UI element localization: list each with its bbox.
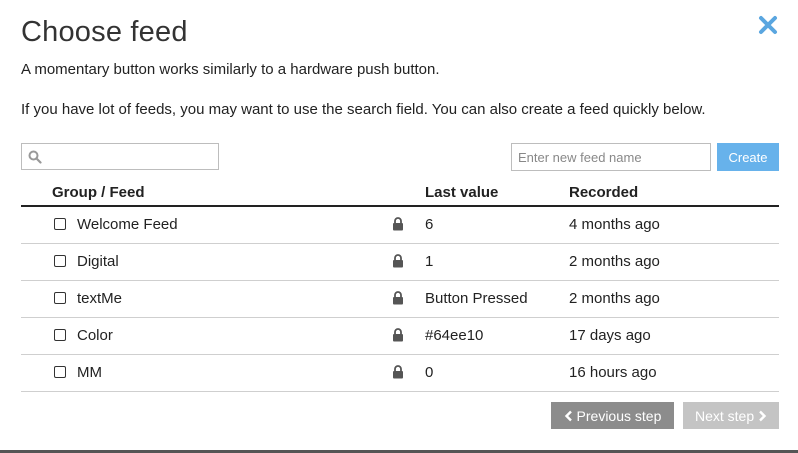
feed-checkbox[interactable] [54,255,66,267]
feed-name: Digital [77,253,119,270]
feed-name: textMe [77,290,123,307]
next-step-button[interactable]: Next step [683,402,779,429]
chevron-right-icon [759,410,767,421]
table-row[interactable]: Welcome Feed 6 4 months ago [21,207,779,244]
lock-icon [393,217,403,231]
table-row[interactable]: MM 0 16 hours ago [21,355,779,392]
column-header-recorded: Recorded [569,184,639,201]
create-button[interactable]: Create [717,143,779,171]
lock-icon [393,291,403,305]
feed-last-value: 0 [425,364,434,381]
feed-recorded: 16 hours ago [569,364,657,381]
lock-icon [393,365,403,379]
feed-checkbox[interactable] [54,292,66,304]
feed-recorded: 4 months ago [569,216,660,233]
lock-icon [393,328,403,342]
feed-last-value: 6 [425,216,434,233]
feed-recorded: 2 months ago [569,253,660,270]
search-field[interactable] [21,143,220,171]
new-feed-name-input[interactable] [511,143,711,171]
feeds-table: Group / Feed Last value Recorded Welcome… [21,178,779,392]
dialog-hint: If you have lot of feeds, you may want t… [21,101,706,118]
dialog-title: Choose feed [21,16,188,48]
choose-feed-dialog: Choose feed A momentary button works sim… [0,0,798,453]
search-input[interactable] [48,144,220,171]
previous-step-label: Previous step [576,407,662,424]
feed-recorded: 2 months ago [569,290,660,307]
feed-name: Welcome Feed [77,216,178,233]
feed-last-value: #64ee10 [425,327,484,344]
feed-checkbox[interactable] [54,366,66,378]
next-step-label: Next step [694,407,755,424]
feed-last-value: Button Pressed [425,290,528,307]
previous-step-button[interactable]: Previous step [551,402,674,429]
feed-checkbox[interactable] [54,329,66,341]
table-header: Group / Feed Last value Recorded [21,178,779,207]
close-icon[interactable] [758,14,778,36]
table-row[interactable]: Color #64ee10 17 days ago [21,318,779,355]
column-header-last-value: Last value [425,184,499,201]
feed-checkbox[interactable] [54,218,66,230]
feed-last-value: 1 [425,253,434,270]
search-icon [28,150,42,164]
column-header-group-feed: Group / Feed [52,184,145,201]
table-row[interactable]: textMe Button Pressed 2 months ago [21,281,779,318]
lock-icon [393,254,403,268]
dialog-description: A momentary button works similarly to a … [21,61,440,78]
table-row[interactable]: Digital 1 2 months ago [21,244,779,281]
chevron-left-icon [564,410,572,421]
feed-name: Color [77,327,113,344]
feed-name: MM [77,364,102,381]
feed-recorded: 17 days ago [569,327,651,344]
